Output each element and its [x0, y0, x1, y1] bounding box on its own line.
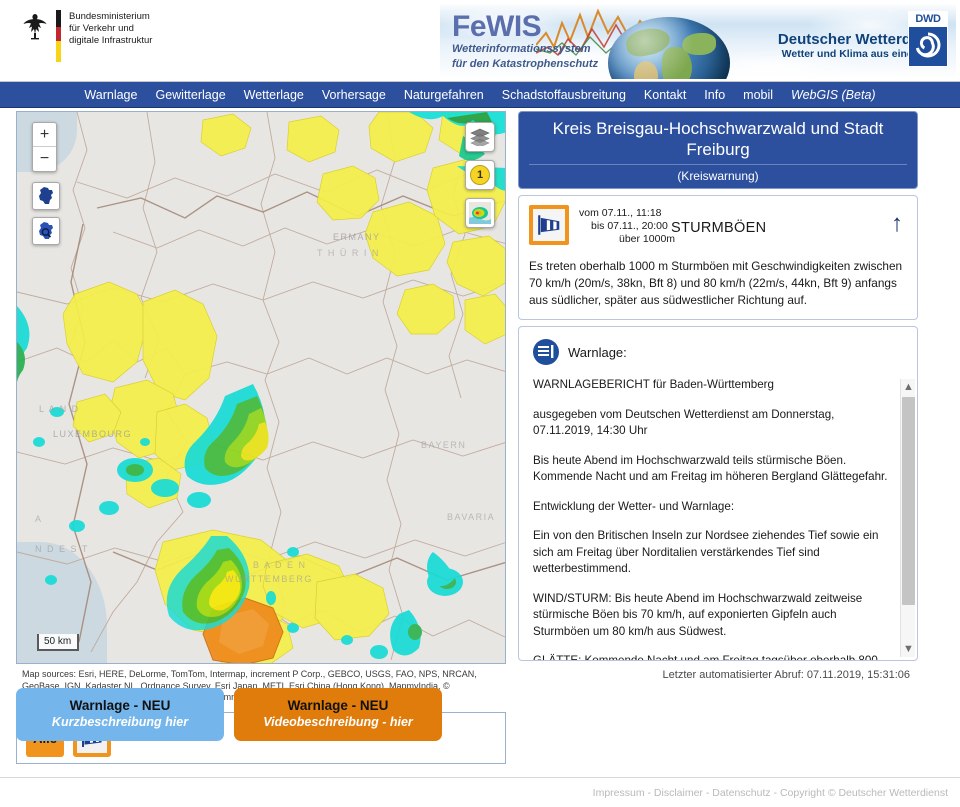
svg-text:ERMANY: ERMANY	[333, 232, 381, 242]
warnlage-paragraph: Bis heute Abend im Hochschwarzwald teils…	[533, 453, 888, 484]
warnlage-kurzbeschreibung-button[interactable]: Warnlage - NEU Kurzbeschreibung hier	[16, 688, 224, 741]
warnlage-card: Warnlage: WARNLAGEBERICHT für Baden-Würt…	[518, 326, 918, 661]
warning-description: Es treten oberhalb 1000 m Sturmböen mit …	[529, 259, 903, 307]
ministry-logo: Bundesministerium für Verkehr und digita…	[22, 10, 152, 62]
warnlage-paragraph: ausgegeben vom Deutschen Wetterdienst am…	[533, 407, 835, 438]
warning-time-to: bis 07.11., 20:00	[591, 220, 668, 232]
nav-item-mobil[interactable]: mobil	[734, 88, 782, 102]
map-zoom-out-button[interactable]: −	[33, 147, 56, 171]
warning-altitude: über 1000m	[619, 233, 676, 245]
warning-count-badge: 1	[470, 165, 490, 185]
map-zoom-in-button[interactable]: +	[33, 123, 56, 147]
svg-text:B A D E N: B A D E N	[253, 560, 307, 570]
federal-eagle-icon	[22, 10, 48, 40]
scroll-down-icon[interactable]: ▼	[901, 641, 916, 657]
last-refresh-status: Letzter automatisierter Abruf: 07.11.201…	[662, 669, 910, 681]
wind-sock-warning-icon	[529, 205, 569, 245]
report-lines-icon	[533, 339, 559, 365]
weather-map-panel[interactable]: ERMANY T H Ü R I N L A N D LUXEMBOURG A …	[16, 111, 506, 664]
nav-item-kontakt[interactable]: Kontakt	[635, 88, 695, 102]
svg-text:L A N D: L A N D	[39, 404, 80, 414]
fewis-logo: FeWIS Wetterinformationssystem für den K…	[452, 10, 599, 71]
page-header: Bundesministerium für Verkehr und digita…	[0, 0, 960, 82]
warnlage-videobeschreibung-button[interactable]: Warnlage - NEU Videobeschreibung - hier	[234, 688, 442, 741]
germany-outline-icon[interactable]	[32, 182, 60, 210]
earth-globe-icon	[608, 17, 730, 79]
detail-panel: Kreis Breisgau-Hochschwarzwald und Stadt…	[518, 111, 918, 781]
orange-button-line-2: Videobeschreibung - hier	[263, 715, 413, 729]
main-content: ERMANY T H Ü R I N L A N D LUXEMBOURG A …	[0, 108, 960, 807]
fewis-page: Bundesministerium für Verkehr und digita…	[0, 0, 960, 807]
map-scale-bar: 50 km	[37, 634, 80, 651]
germany-search-icon[interactable]	[32, 217, 60, 245]
ministry-line-2: für Verkehr und	[69, 23, 134, 34]
ministry-line-3: digitale Infrastruktur	[69, 35, 153, 46]
dwd-logo-text: DWD	[909, 12, 947, 27]
scrollbar-thumb[interactable]	[902, 397, 915, 605]
warning-card: vom 07.11., 11:18 bis 07.11., 20:00 über…	[518, 195, 918, 320]
promo-button-row: Warnlage - NEU Kurzbeschreibung hier War…	[16, 688, 442, 741]
warnlage-paragraph: WIND/STURM: Bis heute Abend im Hochschwa…	[533, 591, 863, 638]
svg-text:WÜRTTEMBERG: WÜRTTEMBERG	[225, 574, 313, 584]
page-subtitle: (Kreiswarnung)	[529, 164, 907, 183]
fewis-subtitle-2: für den Katastrophenschutz	[452, 58, 599, 70]
warnlage-label: Warnlage:	[568, 344, 627, 360]
svg-text:LUXEMBOURG: LUXEMBOURG	[53, 429, 132, 439]
nav-item-vorhersage[interactable]: Vorhersage	[313, 88, 395, 102]
page-footer: Impressum - Disclaimer - Datenschutz - C…	[0, 777, 960, 807]
svg-text:N D E S T: N D E S T	[35, 544, 89, 554]
arrow-up-icon: ↑	[891, 210, 903, 237]
ministry-name: Bundesministerium für Verkehr und digita…	[69, 10, 152, 47]
main-navigation: Warnlage Gewitterlage Wetterlage Vorhers…	[0, 82, 960, 108]
nav-item-wetterlage[interactable]: Wetterlage	[235, 88, 313, 102]
warnlage-paragraph: GLÄTTE: Kommende Nacht und am Freitag ta…	[533, 654, 878, 661]
blue-button-line-1: Warnlage - NEU	[69, 698, 171, 713]
map-layer-controls[interactable]: 1	[465, 122, 495, 228]
blue-button-line-2: Kurzbeschreibung hier	[51, 715, 189, 729]
warnlage-paragraph: Ein von den Britischen Inseln zur Nordse…	[533, 529, 879, 575]
svg-text:T H Ü R I N: T H Ü R I N	[317, 248, 380, 258]
fewis-subtitle-1: Wetterinformationssystem	[452, 43, 591, 55]
nav-item-info[interactable]: Info	[695, 88, 734, 102]
layers-stack-icon[interactable]	[465, 122, 495, 152]
nav-item-naturgefahren[interactable]: Naturgefahren	[395, 88, 493, 102]
warning-type: STURMBÖEN	[671, 220, 767, 236]
warnlage-paragraph: Entwicklung der Wetter- und Warnlage:	[533, 499, 735, 513]
scroll-up-icon[interactable]: ▲	[901, 379, 916, 395]
german-flag-bar	[56, 10, 61, 62]
warnlage-scrollbar[interactable]: ▲ ▼	[900, 379, 915, 657]
radar-thumbnail-icon[interactable]	[465, 198, 495, 228]
map-zoom-control[interactable]: + −	[32, 122, 57, 172]
map-place-labels: ERMANY T H Ü R I N L A N D LUXEMBOURG A …	[35, 232, 495, 584]
svg-text:BAYERN: BAYERN	[421, 440, 466, 450]
nav-item-schadstoffausbreitung[interactable]: Schadstoffausbreitung	[493, 88, 635, 102]
page-title: Kreis Breisgau-Hochschwarzwald und Stadt…	[552, 119, 884, 159]
warning-time-from: vom 07.11., 11:18	[579, 207, 662, 219]
warning-count-button[interactable]: 1	[465, 160, 495, 190]
nav-item-gewitterlage[interactable]: Gewitterlage	[146, 88, 234, 102]
warnlage-paragraph: WARNLAGEBERICHT für Baden-Württemberg	[533, 378, 774, 391]
footer-links[interactable]: Impressum - Disclaimer - Datenschutz - C…	[593, 787, 948, 799]
ministry-line-1: Bundesministerium	[69, 11, 150, 22]
nav-item-webgis-beta[interactable]: WebGIS (Beta)	[782, 88, 885, 102]
fewis-title: FeWIS	[452, 10, 542, 43]
fewis-banner: FeWIS Wetterinformationssystem für den K…	[440, 3, 956, 79]
svg-text:A: A	[35, 514, 43, 524]
kreis-header: Kreis Breisgau-Hochschwarzwald und Stadt…	[518, 111, 918, 189]
warnlage-header: Warnlage:	[519, 327, 917, 371]
svg-text:BAVARIA: BAVARIA	[447, 512, 495, 522]
warning-validity: vom 07.11., 11:18 bis 07.11., 20:00 über…	[579, 205, 675, 246]
dwd-logo-icon: DWD	[908, 11, 948, 67]
map-canvas[interactable]: ERMANY T H Ü R I N L A N D LUXEMBOURG A …	[17, 112, 505, 663]
orange-button-line-1: Warnlage - NEU	[287, 698, 389, 713]
nav-item-warnlage[interactable]: Warnlage	[75, 88, 146, 102]
warnlage-text: WARNLAGEBERICHT für Baden-Württemberg au…	[519, 371, 917, 661]
